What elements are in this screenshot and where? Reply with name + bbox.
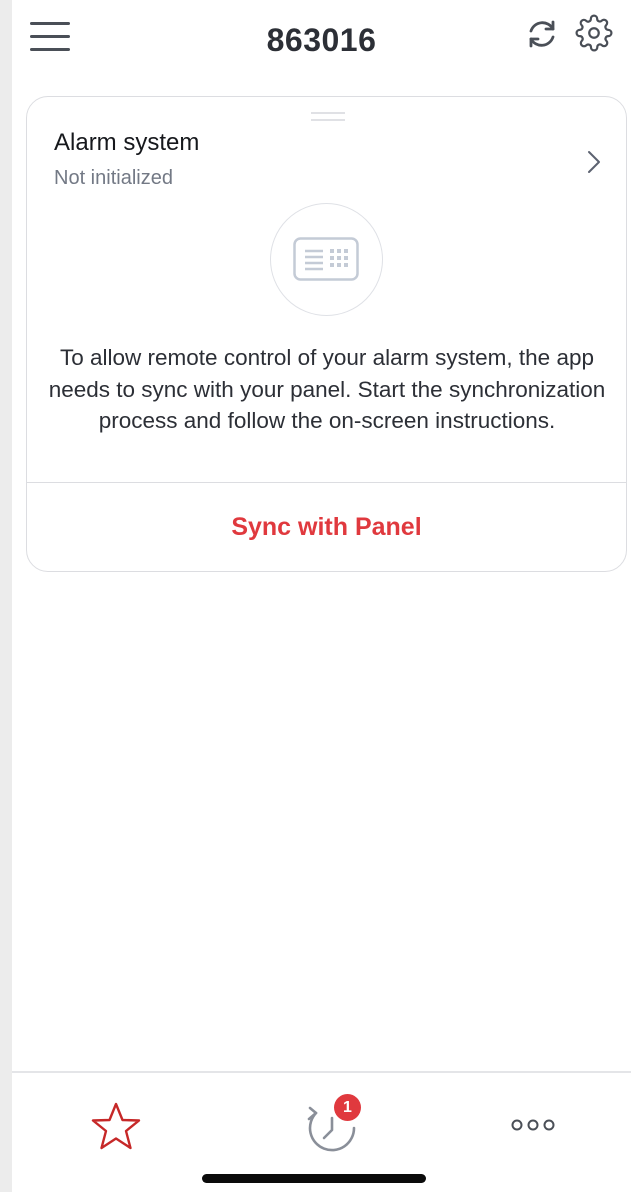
sync-instructions: To allow remote control of your alarm sy… — [48, 345, 606, 433]
chevron-right-icon[interactable] — [583, 147, 605, 177]
app-screen: 863016 Alarm system Not initialized To a… — [12, 0, 631, 1192]
gear-icon[interactable] — [575, 14, 613, 52]
star-icon[interactable] — [90, 1101, 142, 1153]
panel-illustration — [270, 203, 383, 316]
home-indicator — [202, 1174, 426, 1183]
status-text: Not initialized — [54, 167, 173, 189]
tabbar-divider — [12, 1071, 631, 1073]
notification-badge: 1 — [334, 1094, 361, 1121]
card-title: Alarm system — [54, 129, 200, 156]
refresh-icon[interactable] — [524, 16, 560, 52]
sync-with-panel-button[interactable]: Sync with Panel — [27, 483, 626, 571]
more-icon[interactable] — [509, 1115, 559, 1135]
top-bar: 863016 — [12, 0, 631, 85]
alarm-system-card: Alarm system Not initialized To allow re… — [26, 96, 627, 572]
drag-handle[interactable] — [311, 112, 345, 122]
keypad-panel-icon — [293, 237, 359, 281]
